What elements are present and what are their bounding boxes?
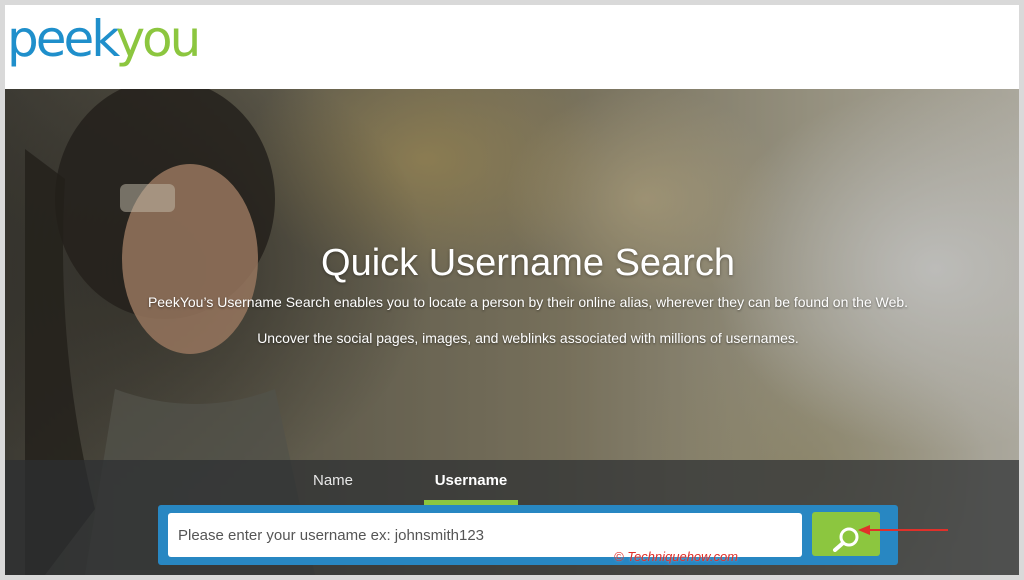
site-header: peekyou [5,5,1019,89]
red-arrow-annotation [858,525,948,535]
logo-part-peek: peek [7,10,118,68]
hero-description-line-1: PeekYou’s Username Search enables you to… [147,294,909,310]
logo-part-you: you [115,10,201,68]
hero-section: Quick Username Search PeekYou’s Username… [5,89,1019,575]
tab-username[interactable]: Username [424,470,518,505]
tab-name[interactable]: Name [303,470,363,500]
hero-description-line-2: Uncover the social pages, images, and we… [257,330,799,346]
search-form [158,505,898,565]
peekyou-logo[interactable]: peekyou [7,9,201,69]
search-panel: Name Username [5,460,1019,575]
page-title: Quick Username Search [321,242,735,285]
watermark-text: © Techniquehow.com [614,549,739,564]
page-frame: peekyou Quick Username Search PeekYou’s … [5,5,1019,575]
search-icon [833,527,859,552]
